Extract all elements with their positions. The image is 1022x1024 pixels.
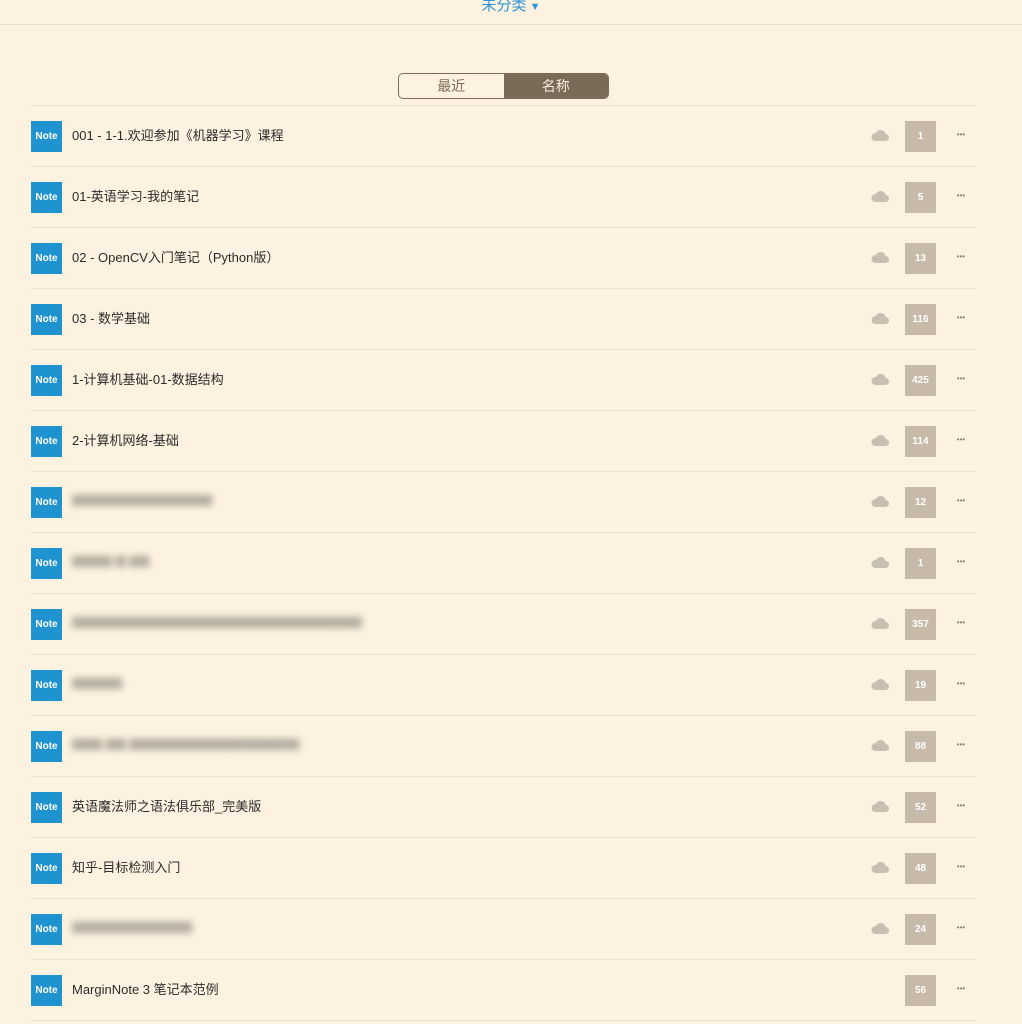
notebook-row[interactable]: Note 知乎-目标检测入门 48 ••• xyxy=(31,838,976,899)
more-dots-icon[interactable]: ••• xyxy=(950,185,972,207)
more-dots-icon[interactable]: ••• xyxy=(950,246,972,268)
note-count-badge: 425 xyxy=(905,365,936,396)
note-count-badge: 116 xyxy=(905,304,936,335)
note-badge-icon: Note xyxy=(31,243,62,274)
cloud-icon xyxy=(870,372,890,386)
cloud-icon xyxy=(870,433,890,447)
note-count-badge: 19 xyxy=(905,670,936,701)
cloud-icon xyxy=(870,799,890,813)
note-badge-icon: Note xyxy=(31,975,62,1006)
more-dots-icon[interactable]: ••• xyxy=(950,978,972,1000)
notebook-row[interactable]: Note 03 - 数学基础 116 ••• xyxy=(31,289,976,350)
note-count-badge: 357 xyxy=(905,609,936,640)
sort-name-button[interactable]: 名称 xyxy=(503,74,608,98)
cloud-icon xyxy=(870,311,890,325)
notebook-title: 英语魔法师之语法俱乐部_完美版 xyxy=(72,799,262,814)
cloud-icon xyxy=(870,128,890,142)
note-count-badge: 56 xyxy=(905,975,936,1006)
note-badge-icon: Note xyxy=(31,792,62,823)
note-badge-icon: Note xyxy=(31,304,62,335)
notebook-title: ▆▆▆▆▆▆▆▆▆▆▆▆▆▆▆▆▆▆▆▆▆▆▆▆▆▆▆▆▆ xyxy=(72,613,362,628)
sort-recent-button[interactable]: 最近 xyxy=(399,74,504,98)
notebook-row[interactable]: Note 英语魔法师之语法俱乐部_完美版 52 ••• xyxy=(31,777,976,838)
note-badge-icon: Note xyxy=(31,365,62,396)
notebook-row[interactable]: Note 01-英语学习-我的笔记 5 ••• xyxy=(31,167,976,228)
cloud-icon xyxy=(870,860,890,874)
note-count-badge: 88 xyxy=(905,731,936,762)
notebook-title: 01-英语学习-我的笔记 xyxy=(72,189,200,204)
cloud-icon xyxy=(870,494,890,508)
more-dots-icon[interactable]: ••• xyxy=(950,612,972,634)
more-dots-icon[interactable]: ••• xyxy=(950,307,972,329)
notebook-row[interactable]: Note ▆▆▆▆▆▆▆▆▆▆▆▆▆▆ 12 ••• xyxy=(31,472,976,533)
more-dots-icon[interactable]: ••• xyxy=(950,795,972,817)
note-badge-icon: Note xyxy=(31,609,62,640)
notebook-title: 001 - 1-1.欢迎参加《机器学习》课程 xyxy=(72,128,284,143)
note-count-badge: 1 xyxy=(905,121,936,152)
note-count-badge: 24 xyxy=(905,914,936,945)
more-dots-icon[interactable]: ••• xyxy=(950,551,972,573)
notebook-title: ▆▆▆▆ ▆ ▆▆ xyxy=(72,552,150,567)
cloud-icon xyxy=(870,677,890,691)
notebook-list: Note 001 - 1-1.欢迎参加《机器学习》课程 1 ••• Note 01-英语学… xyxy=(31,105,976,1021)
notebook-title: ▆▆▆ ▆▆ ▆▆▆▆▆▆▆▆▆▆▆▆▆▆▆▆▆ xyxy=(72,735,300,750)
more-dots-icon[interactable]: ••• xyxy=(950,734,972,756)
note-count-badge: 114 xyxy=(905,426,936,457)
notebook-title: 1-计算机基础-01-数据结构 xyxy=(72,372,224,387)
more-dots-icon[interactable]: ••• xyxy=(950,368,972,390)
notebook-row[interactable]: Note 1-计算机基础-01-数据结构 425 ••• xyxy=(31,350,976,411)
notebook-row[interactable]: Note ▆▆▆ ▆▆ ▆▆▆▆▆▆▆▆▆▆▆▆▆▆▆▆▆ 88 ••• xyxy=(31,716,976,777)
notebook-row[interactable]: Note 001 - 1-1.欢迎参加《机器学习》课程 1 ••• xyxy=(31,106,976,167)
notebook-row[interactable]: Note 02 - OpenCV入门笔记（Python版） 13 ••• xyxy=(31,228,976,289)
notebook-row[interactable]: Note ▆▆▆▆▆▆▆▆▆▆▆▆▆▆▆▆▆▆▆▆▆▆▆▆▆▆▆▆▆ 357 ••• xyxy=(31,594,976,655)
note-count-badge: 52 xyxy=(905,792,936,823)
notebook-row[interactable]: Note ▆▆▆▆▆▆▆▆▆▆▆▆ 24 ••• xyxy=(31,899,976,960)
note-badge-icon: Note xyxy=(31,670,62,701)
more-dots-icon[interactable]: ••• xyxy=(950,490,972,512)
category-label: 未分类 xyxy=(481,0,527,14)
notebook-title: 2-计算机网络-基础 xyxy=(72,433,179,448)
cloud-icon xyxy=(870,250,890,264)
notebook-row[interactable]: Note ▆▆▆▆▆ 19 ••• xyxy=(31,655,976,716)
notebook-title: 知乎-目标检测入门 xyxy=(72,860,181,875)
note-badge-icon: Note xyxy=(31,548,62,579)
more-dots-icon[interactable]: ••• xyxy=(950,856,972,878)
note-badge-icon: Note xyxy=(31,914,62,945)
notebook-title: ▆▆▆▆▆▆▆▆▆▆▆▆▆▆ xyxy=(72,491,212,506)
note-count-badge: 5 xyxy=(905,182,936,213)
more-dots-icon[interactable]: ••• xyxy=(950,673,972,695)
more-dots-icon[interactable]: ••• xyxy=(950,124,972,146)
notebook-title: MarginNote 3 笔记本范例 xyxy=(72,982,219,997)
top-bar: 未分类 ▼ xyxy=(0,0,1022,25)
notebook-row[interactable]: Note MarginNote 3 笔记本范例 56 ••• xyxy=(31,960,976,1021)
note-count-badge: 12 xyxy=(905,487,936,518)
note-badge-icon: Note xyxy=(31,121,62,152)
cloud-icon xyxy=(870,921,890,935)
more-dots-icon[interactable]: ••• xyxy=(950,429,972,451)
notebook-row[interactable]: Note 2-计算机网络-基础 114 ••• xyxy=(31,411,976,472)
note-badge-icon: Note xyxy=(31,853,62,884)
cloud-icon xyxy=(870,738,890,752)
notebook-title: 03 - 数学基础 xyxy=(72,311,151,326)
notebook-title: 02 - OpenCV入门笔记（Python版） xyxy=(72,250,280,265)
note-badge-icon: Note xyxy=(31,731,62,762)
category-dropdown[interactable]: 未分类 ▼ xyxy=(0,0,1022,15)
notebook-row[interactable]: Note ▆▆▆▆ ▆ ▆▆ 1 ••• xyxy=(31,533,976,594)
note-badge-icon: Note xyxy=(31,426,62,457)
cloud-icon xyxy=(870,555,890,569)
note-count-badge: 1 xyxy=(905,548,936,579)
note-count-badge: 13 xyxy=(905,243,936,274)
notebook-title: ▆▆▆▆▆ xyxy=(72,674,122,689)
chevron-down-icon: ▼ xyxy=(529,1,541,13)
more-dots-icon[interactable]: ••• xyxy=(950,917,972,939)
sort-toggle: 最近 名称 xyxy=(398,73,609,99)
cloud-icon xyxy=(870,189,890,203)
note-badge-icon: Note xyxy=(31,182,62,213)
note-count-badge: 48 xyxy=(905,853,936,884)
notebook-title: ▆▆▆▆▆▆▆▆▆▆▆▆ xyxy=(72,918,192,933)
note-badge-icon: Note xyxy=(31,487,62,518)
cloud-icon xyxy=(870,616,890,630)
